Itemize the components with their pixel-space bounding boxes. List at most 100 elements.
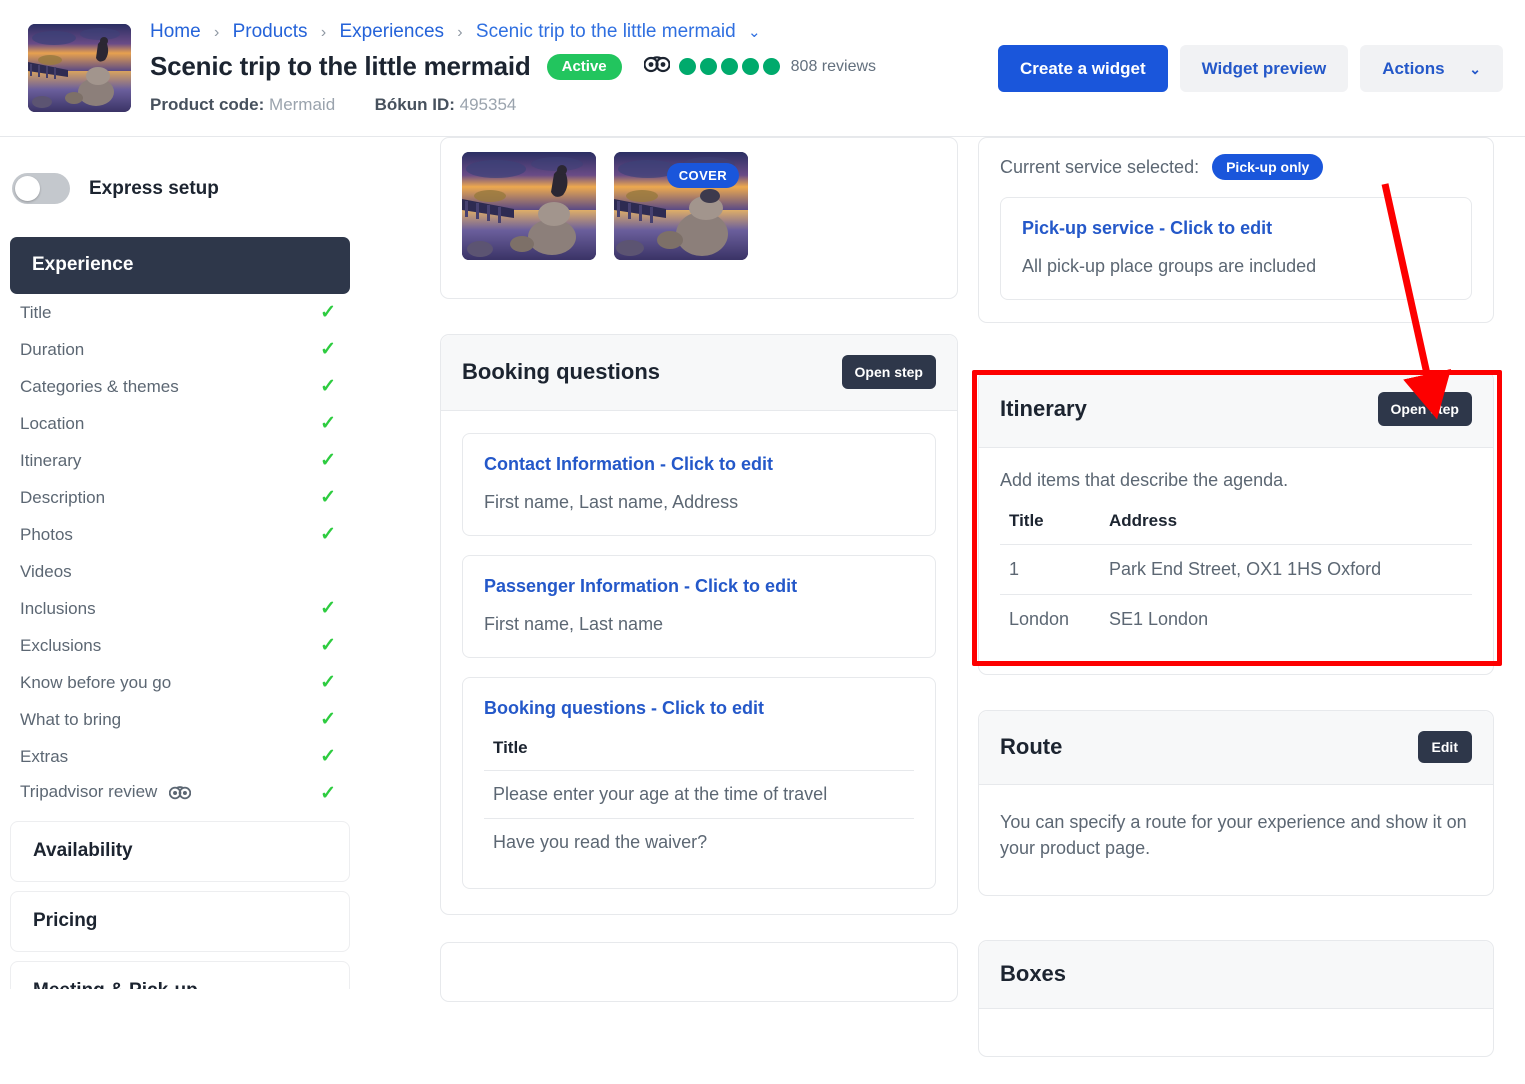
itinerary-description: Add items that describe the agenda.: [1000, 470, 1472, 491]
card-body: Contact Information - Click to edit Firs…: [441, 411, 957, 914]
pickup-service-block[interactable]: Pick-up service - Click to edit All pick…: [1000, 197, 1472, 300]
create-widget-button[interactable]: Create a widget: [998, 45, 1168, 92]
next-card-partial: [440, 942, 958, 1002]
itinerary-open-step-button[interactable]: Open step: [1378, 392, 1472, 426]
card-body: [979, 1009, 1493, 1056]
sidebar-item-label: Know before you go: [20, 673, 171, 693]
passenger-information-block[interactable]: Passenger Information - Click to edit Fi…: [462, 555, 936, 658]
passenger-information-description: First name, Last name: [484, 614, 914, 635]
check-icon: ✓: [320, 671, 336, 694]
rating-dot: [721, 58, 738, 75]
pickup-service-description: All pick-up place groups are included: [1022, 256, 1450, 277]
card-body: You can specify a route for your experie…: [979, 785, 1493, 895]
booking-questions-open-step-button[interactable]: Open step: [842, 355, 936, 389]
pickup-service-edit-link[interactable]: Pick-up service - Click to edit: [1022, 218, 1450, 239]
route-card: Route Edit You can specify a route for y…: [978, 710, 1494, 896]
rating-dot: [679, 58, 696, 75]
breadcrumb-item-experiences[interactable]: Experiences: [339, 21, 444, 42]
booking-questions-edit-link[interactable]: Booking questions - Click to edit: [484, 698, 914, 719]
reviews-count: 808 reviews: [791, 58, 876, 76]
question-text: Have you read the waiver?: [484, 819, 914, 867]
sidebar-item-extras[interactable]: Extras ✓: [10, 738, 350, 775]
booking-questions-table: Title Please enter your age at the time …: [484, 736, 914, 866]
rating-dots: [679, 58, 780, 75]
route-edit-button[interactable]: Edit: [1418, 731, 1472, 763]
express-setup-toggle[interactable]: [12, 173, 70, 204]
current-service-row: Current service selected: Pick-up only: [1000, 138, 1472, 197]
contact-information-edit-link[interactable]: Contact Information - Click to edit: [484, 454, 914, 475]
card-header: Route Edit: [979, 711, 1493, 785]
photo-thumbnail[interactable]: [462, 152, 596, 260]
current-service-badge: Pick-up only: [1212, 154, 1323, 180]
check-icon: ✓: [320, 486, 336, 509]
right-column: Current service selected: Pick-up only P…: [978, 137, 1494, 1084]
itinerary-title: 1: [1000, 545, 1100, 595]
breadcrumb-item-home[interactable]: Home: [150, 21, 201, 42]
sidebar-section-availability[interactable]: Availability: [10, 821, 350, 882]
photo-strip: COVER: [441, 138, 957, 298]
sidebar-item-tripadvisor-review[interactable]: Tripadvisor review ✓: [10, 775, 350, 812]
sidebar-item-duration[interactable]: Duration ✓: [10, 331, 350, 368]
photo-artwork: [462, 152, 596, 260]
table-row: Please enter your age at the time of tra…: [484, 771, 914, 819]
sidebar-item-know-before-you-go[interactable]: Know before you go ✓: [10, 664, 350, 701]
widget-preview-button[interactable]: Widget preview: [1180, 45, 1349, 92]
thumbnail-artwork: [28, 24, 131, 112]
chevron-down-icon[interactable]: ⌄: [748, 24, 761, 41]
sidebar-item-inclusions[interactable]: Inclusions ✓: [10, 590, 350, 627]
sidebar-item-label: Extras: [20, 747, 68, 767]
table-row: Have you read the waiver?: [484, 819, 914, 867]
cover-badge: COVER: [667, 163, 739, 188]
breadcrumb-item-current[interactable]: Scenic trip to the little mermaid: [476, 21, 736, 42]
actions-menu-label: Actions: [1382, 59, 1444, 78]
photo-thumbnail-cover[interactable]: COVER: [614, 152, 748, 260]
sidebar-item-label: Photos: [20, 525, 73, 545]
rating-dot: [700, 58, 717, 75]
card-title: Itinerary: [1000, 396, 1087, 422]
table-header-row: Title: [484, 736, 914, 771]
tripadvisor-owl-icon: [169, 785, 191, 805]
card-header: Boxes: [979, 941, 1493, 1009]
sidebar-item-label: Itinerary: [20, 451, 81, 471]
table-header: Title: [484, 736, 914, 771]
itinerary-title: London: [1000, 595, 1100, 645]
passenger-information-edit-link[interactable]: Passenger Information - Click to edit: [484, 576, 914, 597]
sidebar: Express setup Experience Title ✓ Duratio…: [0, 137, 370, 989]
booking-questions-block[interactable]: Booking questions - Click to edit Title …: [462, 677, 936, 889]
sidebar-item-photos[interactable]: Photos ✓: [10, 516, 350, 553]
table-body: Please enter your age at the time of tra…: [484, 771, 914, 867]
card-header: Booking questions Open step: [441, 335, 957, 411]
page-header: Home › Products › Experiences › Scenic t…: [0, 0, 1525, 137]
sidebar-item-itinerary[interactable]: Itinerary ✓: [10, 442, 350, 479]
page-title: Scenic trip to the little mermaid: [150, 51, 531, 82]
booking-questions-card: Booking questions Open step Contact Info…: [440, 334, 958, 915]
rating-dot: [763, 58, 780, 75]
sidebar-section-experience[interactable]: Experience: [10, 237, 350, 294]
sidebar-section-pricing[interactable]: Pricing: [10, 891, 350, 952]
check-icon: ✓: [320, 782, 336, 805]
sidebar-item-videos[interactable]: Videos ✓: [10, 553, 350, 590]
sidebar-item-label: Exclusions: [20, 636, 101, 656]
check-icon: ✓: [320, 375, 336, 398]
header-actions: Create a widget Widget preview Actions ⌄: [998, 45, 1503, 92]
card-title: Boxes: [1000, 961, 1066, 987]
sidebar-item-label: Tripadvisor review: [20, 782, 157, 801]
check-icon: ✓: [320, 338, 336, 361]
sidebar-item-location[interactable]: Location ✓: [10, 405, 350, 442]
check-icon: ✓: [320, 634, 336, 657]
breadcrumb-item-products[interactable]: Products: [233, 21, 308, 42]
sidebar-item-label: Location: [20, 414, 84, 434]
sidebar-item-exclusions[interactable]: Exclusions ✓: [10, 627, 350, 664]
breadcrumb-separator: ›: [214, 24, 219, 41]
actions-menu-button[interactable]: Actions ⌄: [1360, 45, 1503, 92]
pickup-service-card: Current service selected: Pick-up only P…: [978, 137, 1494, 323]
sidebar-item-description[interactable]: Description ✓: [10, 479, 350, 516]
sidebar-item-what-to-bring[interactable]: What to bring ✓: [10, 701, 350, 738]
breadcrumb-separator: ›: [457, 24, 462, 41]
sidebar-item-title[interactable]: Title ✓: [10, 294, 350, 331]
contact-information-block[interactable]: Contact Information - Click to edit Firs…: [462, 433, 936, 536]
sidebar-section-meeting-pickup[interactable]: Meeting & Pick-up: [10, 961, 350, 989]
column-header-title: Title: [484, 736, 914, 771]
sidebar-item-categories-themes[interactable]: Categories & themes ✓: [10, 368, 350, 405]
pickup-card-body: Current service selected: Pick-up only P…: [979, 138, 1493, 322]
